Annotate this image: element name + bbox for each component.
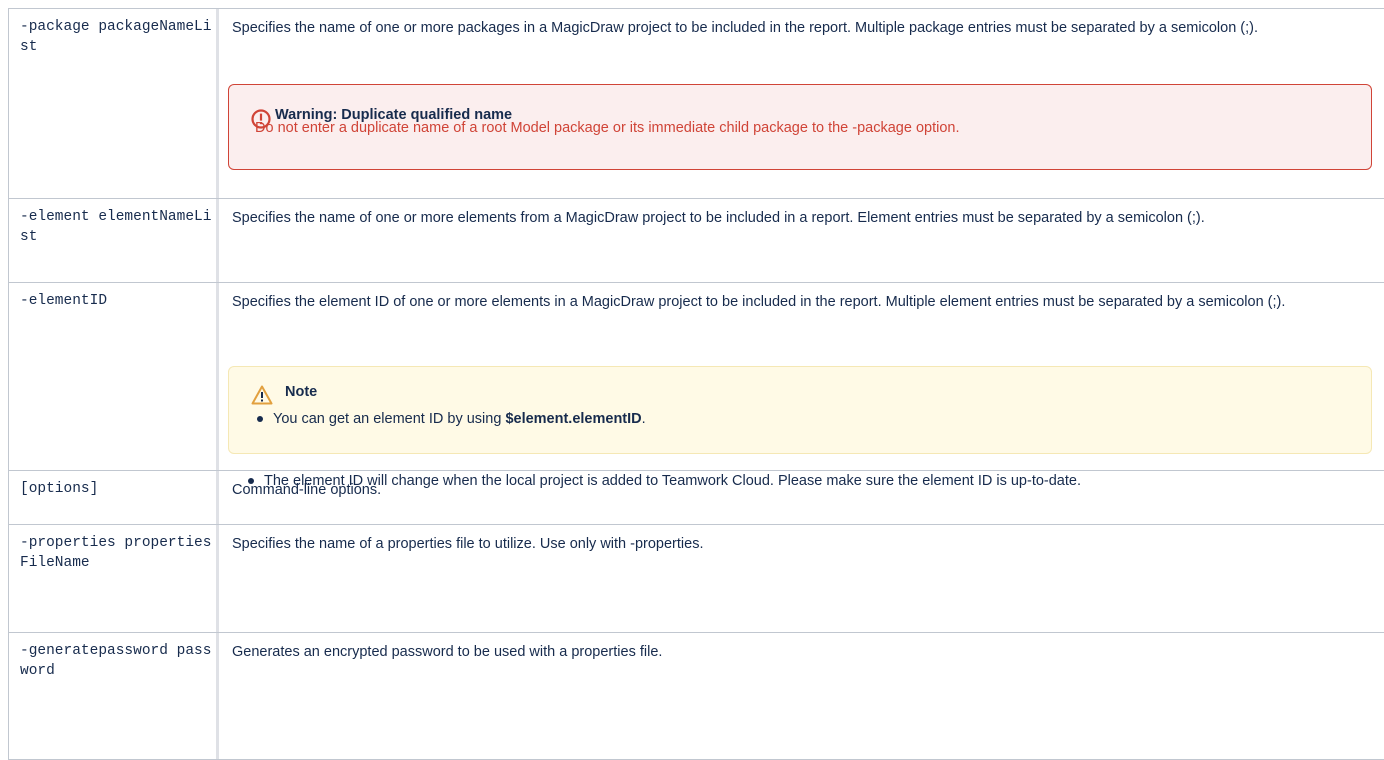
option-name-package: -package packageNameList (20, 19, 212, 55)
option-description-properties: Specifies the name of a properties file … (232, 536, 704, 552)
option-description-generatepassword: Generates an encrypted password to be us… (232, 644, 663, 660)
option-name-element: -element elementNameList (20, 209, 212, 245)
note-title: Note (285, 384, 318, 400)
note-bullet-text: You can get an element ID by using (273, 411, 506, 427)
options-table: -package packageNameList Specifies the n… (8, 8, 1384, 760)
table-row-generatepassword: -generatepassword password Generates an … (8, 632, 1384, 760)
option-name-generatepassword: -generatepassword password (20, 643, 212, 679)
option-name-options: [options] (20, 481, 99, 497)
option-name-properties: -properties propertiesFileName (20, 535, 212, 571)
warning-panel: Warning: Duplicate qualified name Do not… (228, 84, 1372, 170)
option-name-elementid: -elementID (20, 293, 108, 309)
note-bullet-item: You can get an element ID by using $elem… (253, 409, 646, 429)
table-row-element: -element elementNameList Specifies the n… (8, 198, 1384, 283)
note-bullet-suffix: . (641, 411, 646, 427)
option-description-elementid: Specifies the element ID of one or more … (232, 294, 1286, 310)
table-row-properties: -properties propertiesFileName Specifies… (8, 524, 1384, 633)
note-bullet-code: $element.elementID (505, 411, 642, 427)
option-description-element: Specifies the name of one or more elemen… (232, 210, 1205, 226)
note-bullet-list: You can get an element ID by using $elem… (253, 409, 646, 429)
note-bullet-item-2: The element ID will change when the loca… (244, 470, 1376, 492)
option-description-package: Specifies the name of one or more packag… (232, 20, 1259, 36)
note-panel: Note You can get an element ID by using … (228, 366, 1372, 454)
warning-triangle-icon (251, 385, 273, 405)
warning-body: Do not enter a duplicate name of a root … (255, 120, 960, 136)
